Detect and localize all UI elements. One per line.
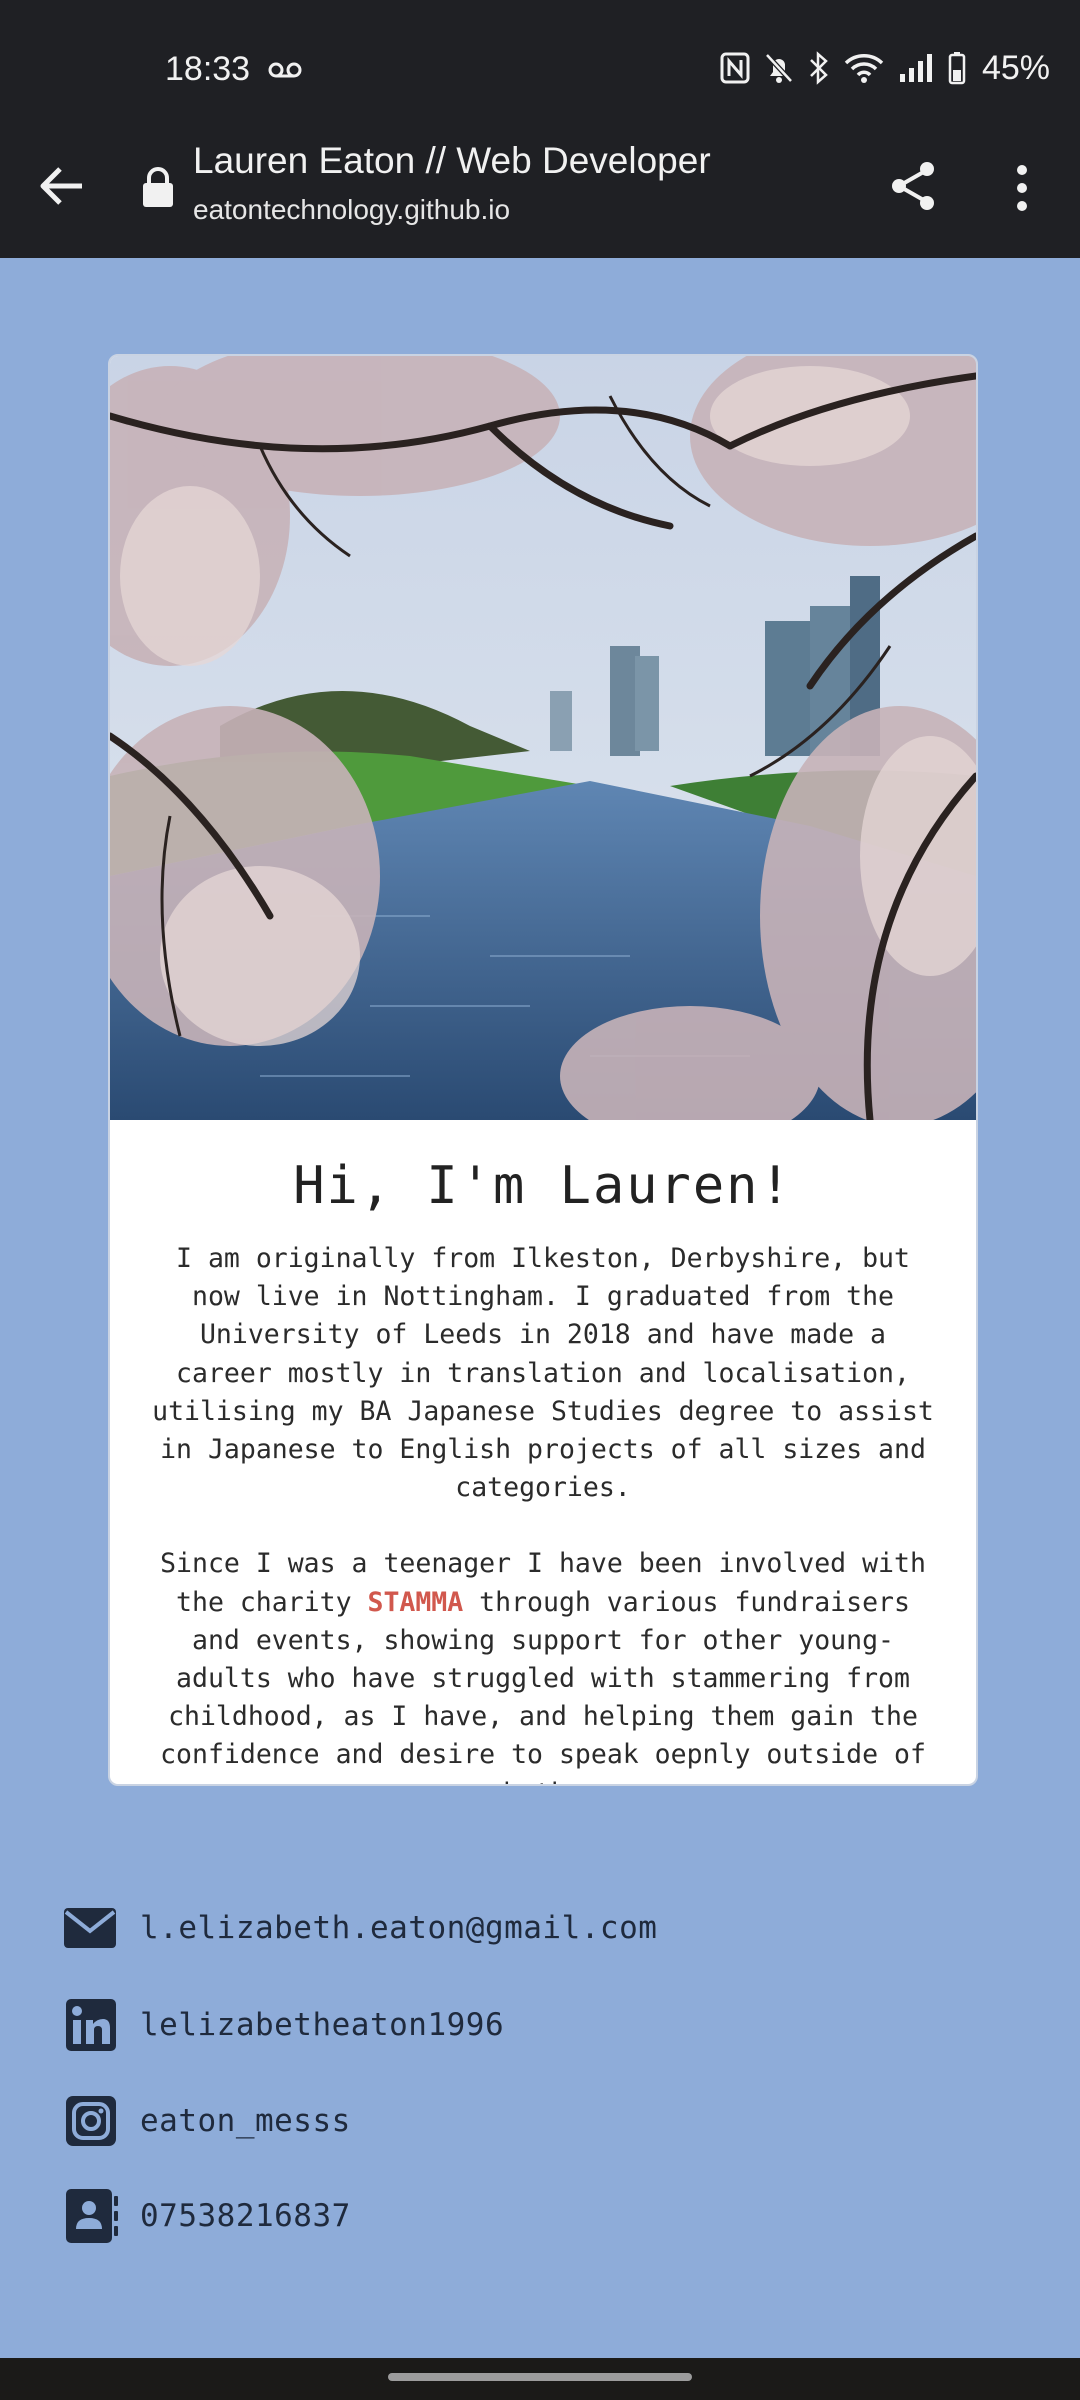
linkedin-text[interactable]: lelizabetheaton1996 bbox=[140, 2007, 504, 2043]
phone-text[interactable]: 07538216837 bbox=[140, 2198, 351, 2234]
more-vert-icon[interactable] bbox=[1010, 160, 1034, 216]
back-arrow-icon[interactable] bbox=[36, 160, 88, 212]
contact-phone[interactable]: 07538216837 bbox=[60, 2181, 351, 2251]
url-text[interactable]: eatontechnology.github.io bbox=[193, 194, 510, 226]
stamma-link[interactable]: STAMMA bbox=[367, 1587, 463, 1618]
linkedin-icon bbox=[66, 1999, 116, 2051]
instagram-icon bbox=[66, 2096, 116, 2146]
signal-icon bbox=[899, 54, 932, 82]
bio-paragraph-1: I am originally from Ilkeston, Derbyshir… bbox=[152, 1243, 934, 1504]
contact-instagram[interactable]: eaton_messs bbox=[60, 2086, 351, 2156]
status-bar: 18:33 45% bbox=[0, 0, 1080, 130]
browser-toolbar: Lauren Eaton // Web Developer eatontechn… bbox=[0, 130, 1080, 258]
battery-percent: 45% bbox=[981, 48, 1050, 87]
hero-image bbox=[110, 356, 976, 1120]
email-text[interactable]: l.elizabeth.eaton@gmail.com bbox=[140, 1910, 657, 1946]
greeting-heading: Hi, I'm Lauren! bbox=[293, 1156, 793, 1216]
address-book-icon bbox=[66, 2189, 118, 2243]
bluetooth-icon bbox=[810, 51, 828, 85]
wifi-icon bbox=[844, 54, 884, 83]
voicemail-icon bbox=[268, 62, 302, 78]
system-nav-bar bbox=[0, 2358, 1080, 2400]
share-icon[interactable] bbox=[885, 158, 941, 214]
contact-email[interactable]: l.elizabeth.eaton@gmail.com bbox=[60, 1893, 657, 1963]
status-time: 18:33 bbox=[165, 50, 251, 88]
bio-paragraph-2: Since I was a teenager I have been invol… bbox=[146, 1545, 940, 1784]
lock-icon[interactable] bbox=[140, 166, 176, 208]
page-title[interactable]: Lauren Eaton // Web Developer bbox=[193, 140, 711, 182]
instagram-text[interactable]: eaton_messs bbox=[140, 2103, 351, 2139]
contact-linkedin[interactable]: lelizabetheaton1996 bbox=[60, 1990, 504, 2060]
battery-icon bbox=[948, 52, 966, 85]
home-gesture-handle[interactable] bbox=[388, 2373, 692, 2381]
profile-card: Hi, I'm Lauren! I am originally from Ilk… bbox=[108, 354, 978, 1786]
envelope-icon bbox=[64, 1908, 116, 1948]
nfc-icon bbox=[720, 52, 750, 84]
bio-text: I am originally from Ilkeston, Derbyshir… bbox=[146, 1240, 940, 1784]
bell-muted-icon bbox=[765, 53, 793, 83]
